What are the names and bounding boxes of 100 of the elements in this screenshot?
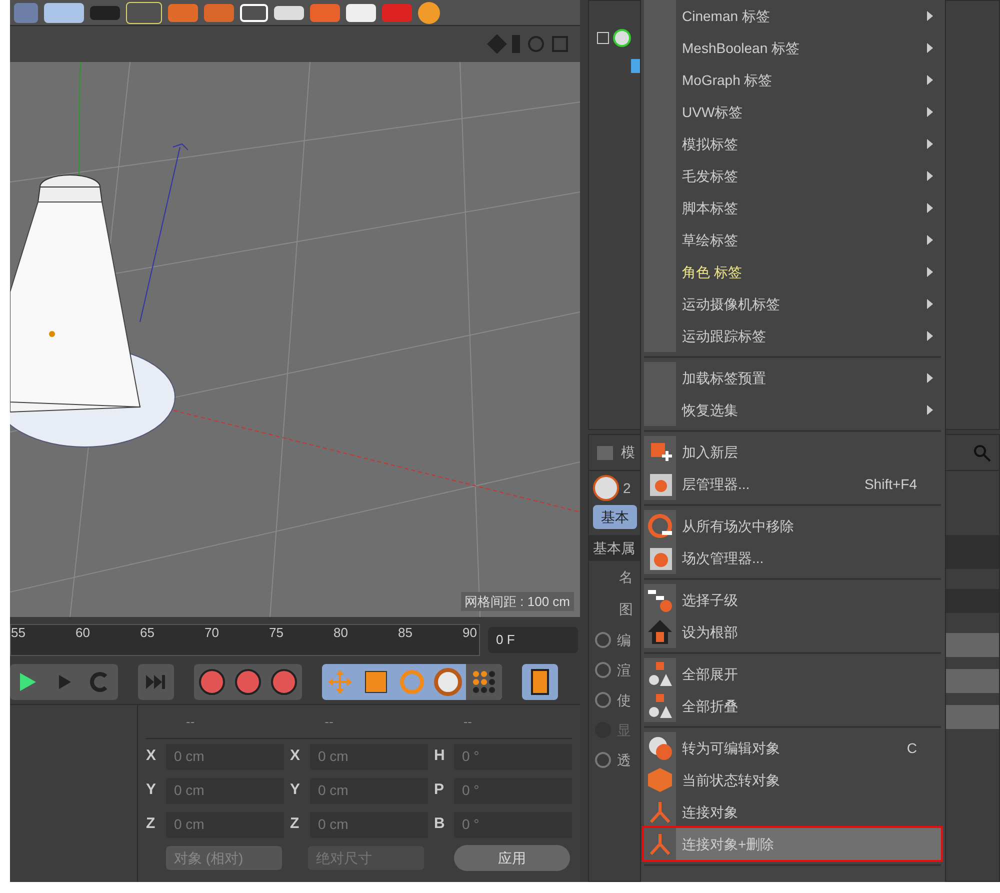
tick-label: 70 xyxy=(204,625,219,641)
submenu-arrow-icon xyxy=(927,373,933,383)
menu-item[interactable]: 全部折叠 xyxy=(644,690,941,722)
object-label: 2 xyxy=(623,478,631,498)
skip-end-button[interactable] xyxy=(138,664,174,700)
connect-icon xyxy=(648,800,672,824)
submenu-arrow-icon xyxy=(927,235,933,245)
tab[interactable]: 基本 xyxy=(593,505,637,529)
step-icon xyxy=(57,674,71,688)
menu-item[interactable]: 设为根部 xyxy=(644,616,941,648)
radio-button[interactable] xyxy=(595,662,611,678)
radio-button[interactable] xyxy=(595,632,611,648)
connect-icon xyxy=(648,832,672,856)
menu-item[interactable]: 加载标签预置 xyxy=(644,362,941,394)
axis-arrow-icon xyxy=(140,143,188,322)
menu-item[interactable]: 加入新层 xyxy=(644,436,941,468)
tick-label: 90 xyxy=(462,625,477,641)
menu-item[interactable]: MeshBoolean 标签 xyxy=(644,32,941,64)
viewport[interactable]: 网格间距 : 100 cm xyxy=(10,62,580,617)
menu-item[interactable]: 运动跟踪标签 xyxy=(644,320,941,352)
layer-manager-icon xyxy=(648,472,672,496)
submenu-arrow-icon xyxy=(927,331,933,341)
menu-item[interactable]: UVW标签 xyxy=(644,96,941,128)
shapes-icon xyxy=(648,662,672,686)
rotate-icon[interactable] xyxy=(528,36,544,52)
menu-item[interactable]: 恢复选集 xyxy=(644,394,941,426)
submenu-arrow-icon xyxy=(927,299,933,309)
axis-label: Z xyxy=(146,814,156,834)
menu-item[interactable]: 脚本标签 xyxy=(644,192,941,224)
submenu-arrow-icon xyxy=(927,203,933,213)
submenu-arrow-icon xyxy=(927,11,933,21)
menu-item[interactable]: 角色 标签 xyxy=(644,256,941,288)
house-icon xyxy=(648,620,672,644)
axis-label: P xyxy=(434,780,446,800)
field-label: 名 xyxy=(619,568,633,586)
menu-item[interactable]: 毛发标签 xyxy=(644,160,941,192)
take-manager-icon xyxy=(648,546,672,570)
menu-item[interactable]: MoGraph 标签 xyxy=(644,64,941,96)
radio-button[interactable] xyxy=(595,692,611,708)
grip-icon xyxy=(597,446,613,460)
menu-item[interactable]: 层管理器... Shift+F4 xyxy=(644,468,941,500)
scale-icon xyxy=(365,670,387,692)
menu-item[interactable]: 连接对象 xyxy=(644,796,941,828)
grid-spacing-label: 网格间距 : 100 cm xyxy=(460,592,574,611)
tick-label: 80 xyxy=(334,625,348,641)
film-icon xyxy=(531,668,549,694)
panel-title: 模 xyxy=(621,443,635,462)
column-header: -- xyxy=(463,712,472,731)
points-button[interactable] xyxy=(466,664,502,700)
menu-item[interactable]: 连接对象+删除 xyxy=(644,828,941,860)
axis-label: X xyxy=(290,746,302,766)
submenu-arrow-icon xyxy=(927,139,933,149)
play-icon xyxy=(20,672,36,690)
menu-item[interactable]: 全部展开 xyxy=(644,658,941,690)
tick-label: 60 xyxy=(76,625,90,641)
axis-label: X xyxy=(146,746,158,766)
menu-item[interactable]: Cineman 标签 xyxy=(644,0,941,32)
field-label: 图 xyxy=(619,600,633,618)
submenu-arrow-icon xyxy=(927,405,933,415)
layer-add-icon xyxy=(648,440,672,464)
parameter-icon xyxy=(434,668,462,696)
rotate-icon xyxy=(400,670,424,694)
frame-field[interactable]: 0 F xyxy=(488,627,578,653)
menu-item[interactable]: 选择子级 xyxy=(644,584,941,616)
hierarchy-icon xyxy=(648,588,672,612)
frame-icon[interactable] xyxy=(240,4,268,22)
menu-item[interactable]: 运动摄像机标签 xyxy=(644,288,941,320)
points-icon xyxy=(472,670,496,694)
radio-label: 渲 xyxy=(617,660,631,680)
axis-label: Y xyxy=(146,780,158,800)
object-group-icon xyxy=(593,475,619,501)
record-icon xyxy=(235,668,261,694)
layout-icon[interactable] xyxy=(552,36,568,52)
tick-label: 75 xyxy=(269,625,284,641)
film-button[interactable] xyxy=(522,664,558,700)
move-icon xyxy=(328,670,352,694)
tick-label: 85 xyxy=(398,625,412,641)
timeline-ruler[interactable]: 55 60 65 70 75 80 85 90 xyxy=(10,624,480,656)
tick-label: 55 xyxy=(11,625,26,641)
radio-button[interactable] xyxy=(595,752,611,768)
search-icon[interactable] xyxy=(973,444,991,462)
column-header: -- xyxy=(186,712,195,731)
submenu-arrow-icon xyxy=(927,267,933,277)
axis-label: Y xyxy=(290,780,302,800)
collapse-icon[interactable] xyxy=(597,32,609,44)
menu-item[interactable]: 转为可编辑对象 C xyxy=(644,732,941,764)
submenu-arrow-icon xyxy=(927,43,933,53)
submenu-arrow-icon xyxy=(927,107,933,117)
apply-button[interactable]: 应用 xyxy=(454,845,570,871)
menu-item[interactable]: 草绘标签 xyxy=(644,224,941,256)
submenu-arrow-icon xyxy=(927,75,933,85)
radio-label: 透 xyxy=(617,750,631,770)
menu-item[interactable]: 模拟标签 xyxy=(644,128,941,160)
menu-item[interactable]: 当前状态转对象 xyxy=(644,764,941,796)
axis-label: B xyxy=(434,814,446,834)
tick-label: 65 xyxy=(140,625,154,641)
object-icon[interactable] xyxy=(613,29,631,47)
axis-label: H xyxy=(434,746,446,766)
column-header: -- xyxy=(324,712,334,731)
skip-end-icon xyxy=(146,674,166,688)
